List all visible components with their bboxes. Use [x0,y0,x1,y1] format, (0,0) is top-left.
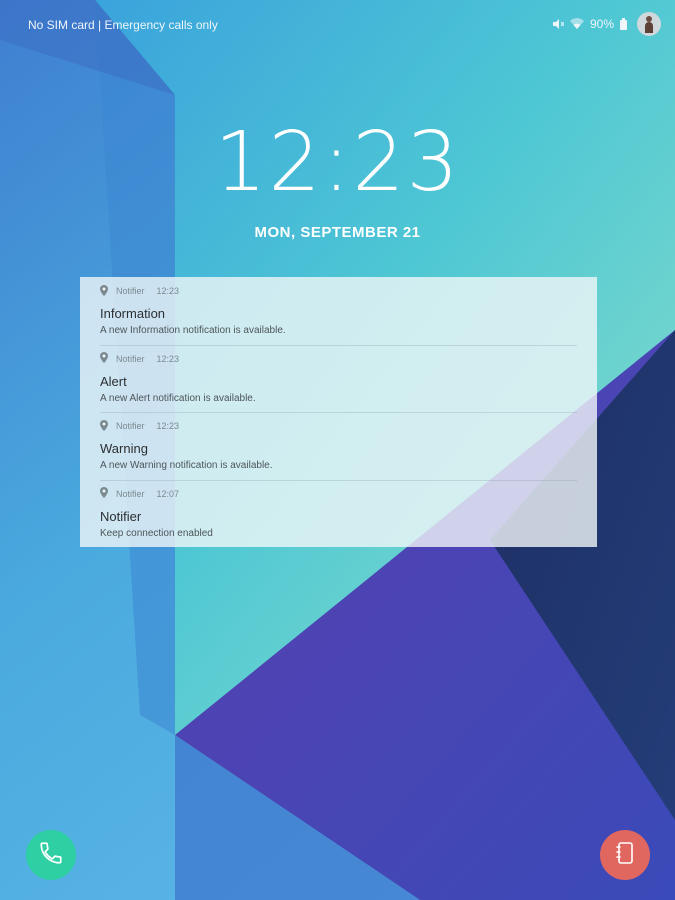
notification-app: Notifier [116,286,145,296]
notification-time: 12:07 [156,488,180,499]
phone-shortcut-button[interactable] [26,830,76,880]
location-pin-icon [100,487,108,500]
notification-header: Notifier 12:23 [100,284,577,298]
notification-item[interactable]: Notifier 12:23 Alert A new Alert notific… [80,344,597,413]
notification-app: Notifier [116,488,145,499]
notification-text: A new Information notification is availa… [100,325,286,336]
status-icons: 90% [552,11,661,37]
mute-icon [552,18,564,30]
notification-app: Notifier [116,421,145,431]
notification-text: A new Alert notification is available. [100,392,256,404]
notification-item[interactable]: Notifier 12:07 Notifier Keep connection … [80,479,597,548]
lockscreen-date: MON, SEPTEMBER 21 [254,224,421,241]
notification-title: Information [100,306,166,321]
carrier-status-text: No SIM card | Emergency calls only [28,18,218,32]
notification-time: 12:23 [156,421,180,431]
notification-header: Notifier 12:23 [100,352,577,365]
notification-header: Notifier 12:23 [100,419,577,433]
notification-app: Notifier [116,353,145,364]
wifi-icon [569,18,584,30]
location-pin-icon [100,419,108,433]
battery-percent: 90% [589,17,614,31]
phone-icon [38,840,64,871]
contacts-shortcut-button[interactable] [600,830,650,880]
notification-panel: Notifier 12:23 Information A new Informa… [80,277,597,547]
notification-time: 12:23 [156,353,180,364]
location-pin-icon [100,284,108,298]
notification-text: Keep connection enabled [100,527,213,539]
notification-item[interactable]: Notifier 12:23 Warning A new Warning not… [80,412,597,480]
contacts-icon [613,840,637,871]
lockscreen-clock: 12:23 [214,115,461,210]
location-pin-icon [100,352,108,365]
notification-item[interactable]: Notifier 12:23 Information A new Informa… [80,277,597,345]
notification-time: 12:23 [156,286,180,296]
notification-header: Notifier 12:07 [100,487,577,500]
status-bar: No SIM card | Emergency calls only 90% [0,0,675,48]
avatar[interactable] [637,12,661,36]
notification-title: Alert [100,373,127,389]
notification-title: Warning [100,441,148,456]
battery-icon [620,18,627,30]
notification-title: Notifier [100,508,142,524]
notification-text: A new Warning notification is available. [100,460,273,471]
